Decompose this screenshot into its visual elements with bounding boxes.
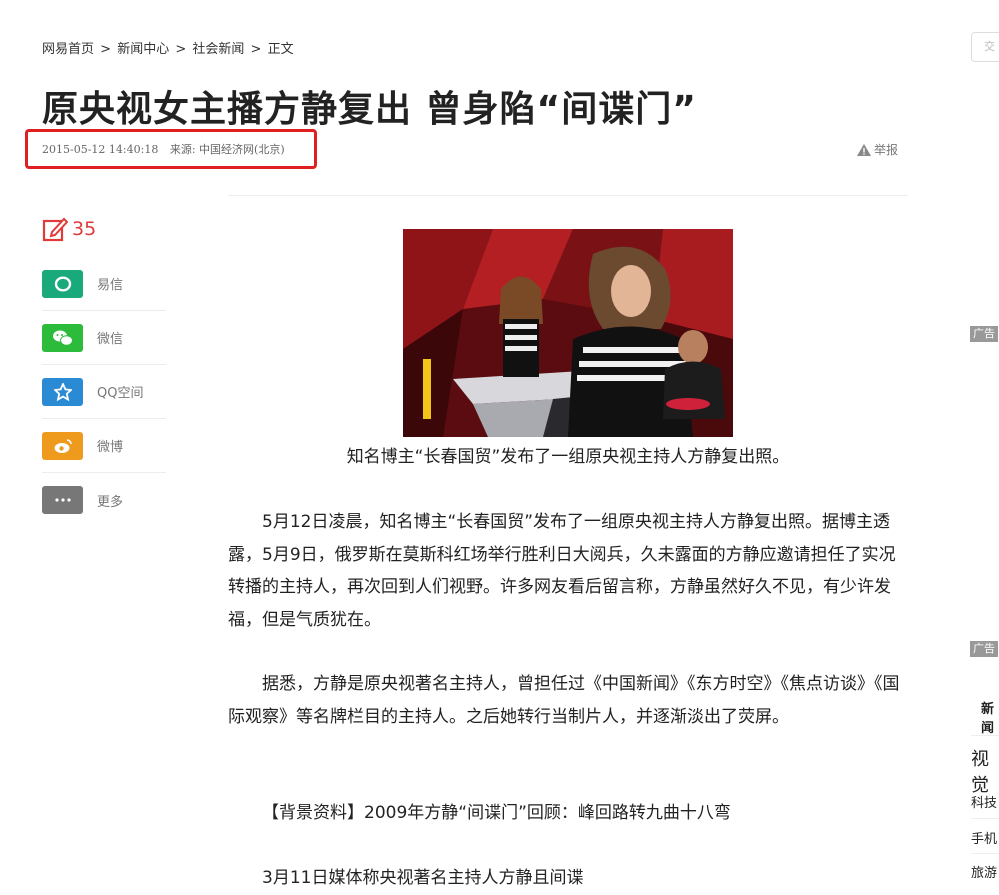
warning-icon <box>857 143 871 156</box>
share-yixin[interactable]: 易信 <box>42 257 166 311</box>
report-button[interactable]: 举报 <box>857 141 898 158</box>
breadcrumb-separator: > <box>171 42 191 57</box>
divider <box>228 195 908 196</box>
breadcrumb-separator: > <box>246 42 266 57</box>
sidebar-search-input[interactable]: 交 <box>971 32 999 62</box>
sidebar-heading: 视觉 <box>971 749 989 796</box>
ad-badge: 广告 <box>970 326 998 342</box>
share-wechat[interactable]: 微信 <box>42 311 166 365</box>
breadcrumb-social-link[interactable]: 社会新闻 <box>192 42 244 57</box>
sidebar-link[interactable]: 手机 <box>971 828 997 847</box>
divider <box>971 853 999 854</box>
comment-count: 35 <box>72 218 97 240</box>
wechat-icon <box>42 323 83 352</box>
article-paragraph: 【背景资料】2009年方静“间谍门”回顾：峰回路转九曲十八弯 <box>262 803 731 823</box>
yixin-icon <box>42 269 83 298</box>
ad-badge: 广告 <box>970 641 998 657</box>
divider <box>971 818 999 819</box>
breadcrumb-separator: > <box>96 42 116 57</box>
share-label: QQ空间 <box>97 386 144 401</box>
highlight-box <box>25 129 317 169</box>
breadcrumb: 网易首页 > 新闻中心 > 社会新闻 > 正文 <box>42 38 296 57</box>
share-weibo[interactable]: 微博 <box>42 419 166 473</box>
sidebar-link[interactable]: 科技 <box>971 792 997 811</box>
share-label: 微信 <box>97 332 124 347</box>
sidebar-link[interactable]: 旅游 <box>971 862 997 881</box>
share-label: 更多 <box>97 494 124 510</box>
comment-button[interactable]: 35 <box>42 216 96 242</box>
sidebar-tab-news[interactable]: 新闻 <box>981 698 999 736</box>
comment-edit-icon <box>42 217 68 242</box>
report-label: 举报 <box>874 143 899 157</box>
article-photo <box>403 229 733 437</box>
breadcrumb-current: 正文 <box>267 42 294 57</box>
weibo-icon <box>42 431 83 460</box>
qzone-icon <box>42 377 83 406</box>
share-qzone[interactable]: QQ空间 <box>42 365 166 419</box>
share-label: 微博 <box>97 440 124 455</box>
article-paragraph: 3月11日媒体称央视著名主持人方静且间谍 <box>262 868 584 888</box>
share-more[interactable]: 更多 <box>42 473 166 527</box>
share-list: 易信 微信 QQ空间 微博 更多 <box>42 257 166 527</box>
article-title: 原央视女主播方静复出 曾身陷“间谍门” <box>42 89 697 130</box>
article-paragraph: 据悉，方静是原央视著名主持人，曾担任过《中国新闻》《东方时空》《焦点访谈》《国际… <box>228 674 900 727</box>
photo-caption: 知名博主“长春国贸”发布了一组原央视主持人方静复出照。 <box>346 447 790 467</box>
more-icon <box>42 486 83 514</box>
breadcrumb-news-link[interactable]: 新闻中心 <box>117 42 169 57</box>
divider <box>971 735 999 736</box>
share-label: 易信 <box>97 278 124 293</box>
article-paragraph: 5月12日凌晨，知名博主“长春国贸”发布了一组原央视主持人方静复出照。据博主透露… <box>228 512 896 630</box>
breadcrumb-home-link[interactable]: 网易首页 <box>42 42 94 57</box>
